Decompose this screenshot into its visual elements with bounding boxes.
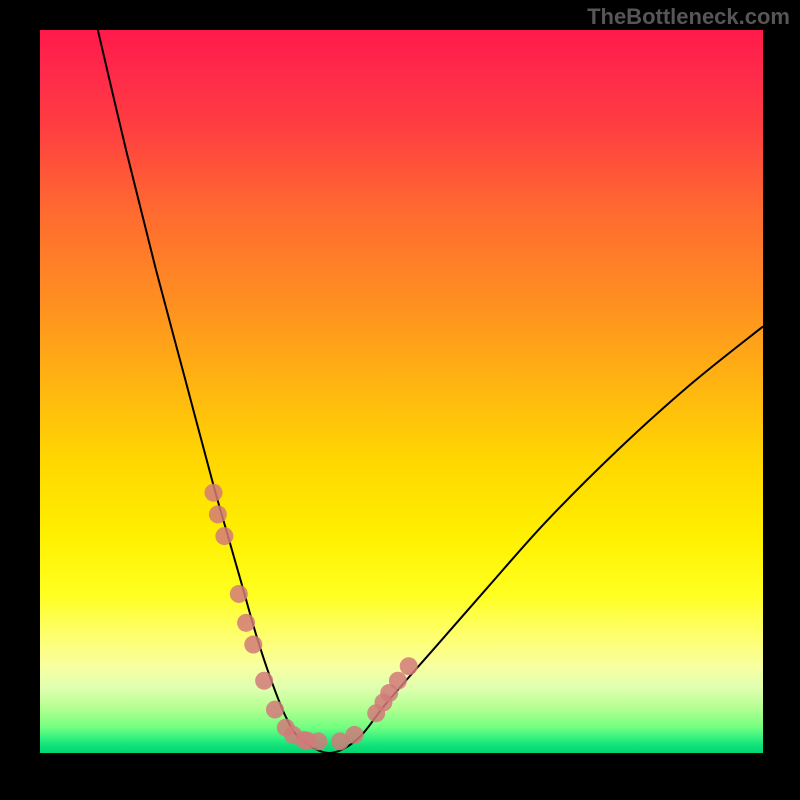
data-marker	[255, 672, 273, 690]
plot-area	[40, 30, 763, 753]
data-marker	[309, 732, 327, 750]
chart-svg	[40, 30, 763, 753]
data-markers	[205, 484, 418, 751]
chart-container: TheBottleneck.com	[0, 0, 800, 800]
data-marker	[209, 505, 227, 523]
data-marker	[215, 527, 233, 545]
data-marker	[205, 484, 223, 502]
data-marker	[244, 636, 262, 654]
data-marker	[266, 701, 284, 719]
data-marker	[400, 657, 418, 675]
data-marker	[346, 726, 364, 744]
watermark-text: TheBottleneck.com	[587, 4, 790, 30]
data-marker	[237, 614, 255, 632]
data-marker	[230, 585, 248, 603]
data-marker	[389, 672, 407, 690]
bottleneck-curve	[98, 30, 763, 753]
